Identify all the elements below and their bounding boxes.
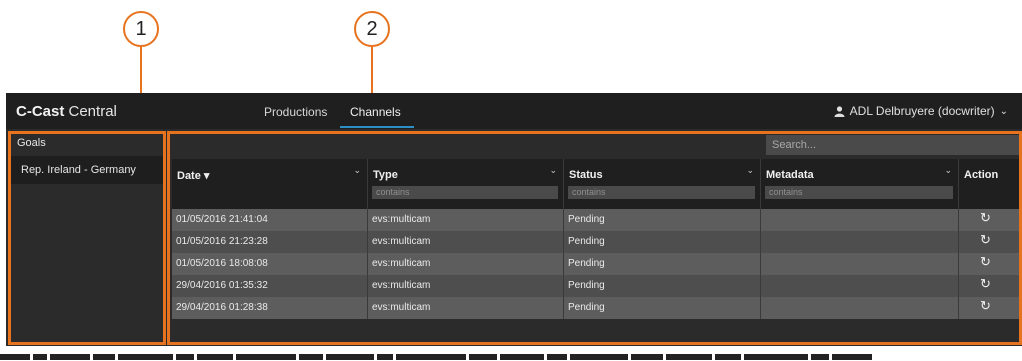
channels-grid: Date ▾ ⌄ Type ⌄ contains Status ⌄ contai…	[172, 159, 1022, 344]
column-header-type[interactable]: Type ⌄ contains	[368, 159, 564, 209]
status-cell: Pending	[564, 275, 761, 297]
external-link-icon[interactable]: ↻	[980, 209, 991, 227]
date-cell: 01/05/2016 18:08:08	[172, 253, 368, 275]
table-row[interactable]: 01/05/2016 21:23:28 evs:multicam Pending…	[172, 231, 1022, 253]
external-link-icon[interactable]: ↻	[980, 297, 991, 315]
nav-channels[interactable]: Channels	[350, 105, 401, 119]
metadata-filter-input[interactable]: contains	[765, 186, 953, 199]
active-tab-indicator	[340, 126, 414, 128]
top-bar: C-Cast Central Productions Channels ADL …	[6, 93, 1022, 129]
metadata-cell	[761, 209, 959, 231]
torn-edge	[0, 347, 1022, 361]
goal-item[interactable]: Rep. Ireland - Germany	[11, 156, 163, 184]
column-label: Type	[373, 169, 398, 181]
column-header-metadata[interactable]: Metadata ⌄ contains	[761, 159, 959, 209]
goals-panel: Goals Rep. Ireland - Germany	[11, 134, 164, 344]
date-cell: 29/04/2016 01:28:38	[172, 297, 368, 319]
app-logo[interactable]: C-Cast Central	[16, 103, 117, 120]
external-link-icon[interactable]: ↻	[980, 231, 991, 249]
type-cell: evs:multicam	[368, 275, 564, 297]
table-row[interactable]: 29/04/2016 01:35:32 evs:multicam Pending…	[172, 275, 1022, 297]
app-window: C-Cast Central Productions Channels ADL …	[6, 93, 1022, 346]
table-row[interactable]: 01/05/2016 21:41:04 evs:multicam Pending…	[172, 209, 1022, 231]
type-cell: evs:multicam	[368, 231, 564, 253]
status-cell: Pending	[564, 297, 761, 319]
chevron-down-icon[interactable]: ⌄	[944, 165, 952, 176]
column-header-status[interactable]: Status ⌄ contains	[564, 159, 761, 209]
status-filter-input[interactable]: contains	[568, 186, 755, 199]
column-label: Date ▾	[177, 170, 210, 182]
table-row[interactable]: 29/04/2016 01:28:38 evs:multicam Pending…	[172, 297, 1022, 319]
type-filter-input[interactable]: contains	[372, 186, 558, 199]
column-label: Action	[964, 169, 999, 181]
goals-title: Goals	[17, 137, 46, 149]
date-cell: 01/05/2016 21:23:28	[172, 231, 368, 253]
status-cell: Pending	[564, 253, 761, 275]
date-cell: 01/05/2016 21:41:04	[172, 209, 368, 231]
user-menu[interactable]: ADL Delbruyere (docwriter) ⌄	[834, 104, 1008, 118]
type-cell: evs:multicam	[368, 253, 564, 275]
user-icon	[834, 105, 845, 117]
column-label: Status	[569, 169, 603, 181]
metadata-cell	[761, 231, 959, 253]
column-label: Metadata	[766, 169, 814, 181]
type-cell: evs:multicam	[368, 209, 564, 231]
chevron-down-icon[interactable]: ⌄	[549, 165, 557, 176]
nav-productions[interactable]: Productions	[264, 105, 327, 119]
external-link-icon[interactable]: ↻	[980, 253, 991, 271]
chevron-down-icon: ⌄	[999, 105, 1008, 117]
external-link-icon[interactable]: ↻	[980, 275, 991, 293]
metadata-cell	[761, 253, 959, 275]
column-header-action: Action	[959, 159, 1022, 209]
status-cell: Pending	[564, 231, 761, 253]
status-cell: Pending	[564, 209, 761, 231]
chevron-down-icon[interactable]: ⌄	[353, 165, 361, 176]
column-header-date[interactable]: Date ▾ ⌄	[172, 159, 368, 209]
type-cell: evs:multicam	[368, 297, 564, 319]
user-name: ADL Delbruyere (docwriter)	[849, 104, 995, 118]
metadata-cell	[761, 275, 959, 297]
callout-1: 1	[123, 11, 159, 47]
chevron-down-icon[interactable]: ⌄	[746, 165, 754, 176]
callout-2: 2	[354, 11, 390, 47]
search-input[interactable]	[766, 135, 1021, 155]
date-cell: 29/04/2016 01:35:32	[172, 275, 368, 297]
table-row[interactable]: 01/05/2016 18:08:08 evs:multicam Pending…	[172, 253, 1022, 275]
metadata-cell	[761, 297, 959, 319]
sort-desc-icon: ▾	[203, 170, 210, 182]
